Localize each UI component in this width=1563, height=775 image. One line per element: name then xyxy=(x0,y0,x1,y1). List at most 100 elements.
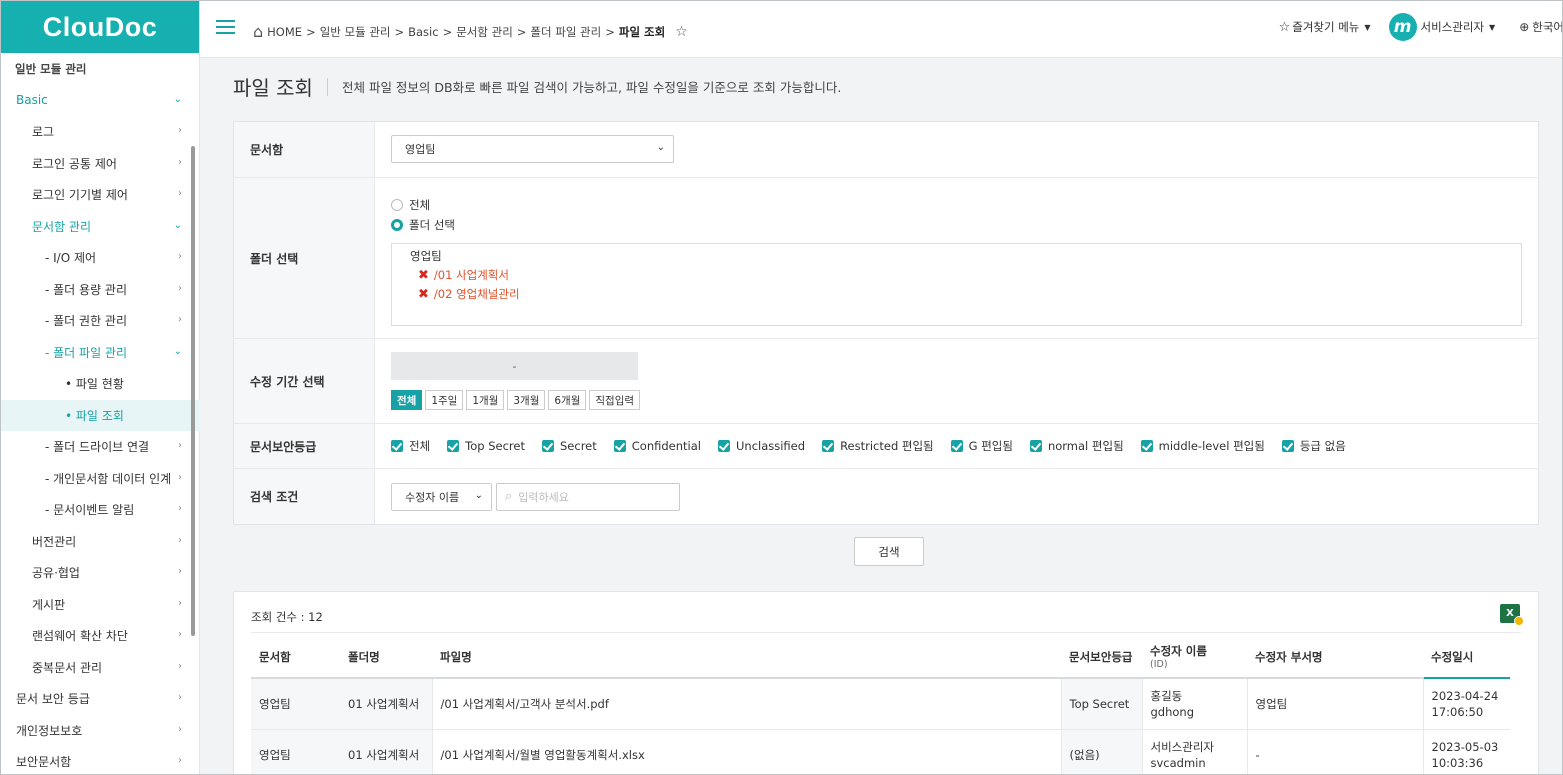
checkbox-checked[interactable] xyxy=(822,440,835,452)
sidebar-item[interactable]: Basic ⌄ xyxy=(1,85,200,117)
docbox-value: 영업팀 ⌄ xyxy=(375,122,1538,177)
table-row[interactable]: 영업팀 01 사업계획서/01 사업계획서/고객사 분석서.pdf Top Secr… xyxy=(251,678,1510,730)
breadcrumb-item[interactable]: HOME xyxy=(267,25,302,39)
sidebar-item[interactable]: 보안문서함 › xyxy=(1,746,200,774)
cell-grade: Top Secret xyxy=(1060,678,1142,730)
checkbox-checked[interactable] xyxy=(717,440,730,452)
column-header[interactable]: 파일명 xyxy=(432,636,1061,679)
cell-dept-text: - xyxy=(1255,747,1260,762)
excel-download-icon[interactable]: X xyxy=(1500,604,1524,626)
breadcrumb-item[interactable]: 일반 모듈 관리 xyxy=(320,24,391,40)
user-name: 서비스관리자 xyxy=(1420,20,1485,34)
checkbox-checked[interactable] xyxy=(1029,440,1042,452)
sidebar-item[interactable]: 문서함 관리 ⌄ xyxy=(1,211,200,243)
search-input[interactable]: ⌕ 입력하세요 xyxy=(496,482,680,511)
modified-date: 2023-04-24 xyxy=(1431,688,1499,703)
breadcrumb-item[interactable]: 폴더 파일 관리 xyxy=(530,24,601,40)
period-button[interactable]: 1개월 xyxy=(466,390,505,410)
sidebar-item[interactable]: • 파일 현황 xyxy=(1,368,200,400)
search-field-selected: 수정자 이름 xyxy=(405,490,460,504)
breadcrumb-item[interactable]: Basic xyxy=(408,25,438,39)
search-field-select[interactable]: 수정자 이름 ⌄ xyxy=(391,482,492,511)
security-checkbox[interactable]: Secret xyxy=(542,439,597,453)
chevron-down-icon: ⌄ xyxy=(173,345,182,357)
radio-button[interactable] xyxy=(391,199,403,211)
checkbox-label: normal 편입됨 xyxy=(1047,439,1124,453)
checkbox-checked[interactable] xyxy=(1140,440,1153,452)
sidebar-item[interactable]: - 개인문서함 데이터 인계 › xyxy=(1,463,200,495)
breadcrumb-item[interactable]: 문서함 관리 xyxy=(456,24,513,40)
sidebar-item[interactable]: 로그인 기기별 제어 › xyxy=(1,179,200,211)
language-menu-button[interactable]: ⊕ 한국어 xyxy=(1519,19,1562,35)
sidebar-item[interactable]: • 파일 조회 xyxy=(1,399,200,431)
remove-x-icon[interactable]: ✖ xyxy=(418,268,429,283)
remove-x-icon[interactable]: ✖ xyxy=(418,287,429,302)
folder-value: 전체 폴더 선택 영업팀 ✖ /01 사업계획서 ✖ /02 영업채널관리 xyxy=(375,178,1538,338)
favorites-menu-button[interactable]: ☆ 즐겨찾기 메뉴 ▼ xyxy=(1279,19,1371,35)
column-header[interactable]: 폴더명 xyxy=(340,636,432,679)
security-checkbox[interactable]: Restricted 편입됨 xyxy=(822,438,934,454)
period-button[interactable]: 3개월 xyxy=(507,390,546,410)
sidebar-item[interactable]: 로그 › xyxy=(1,116,200,148)
chevron-down-icon: ⌄ xyxy=(474,489,483,501)
checkbox-checked[interactable] xyxy=(391,440,403,452)
column-header[interactable]: 수정자 이름 (ID) xyxy=(1142,636,1247,679)
sidebar-item[interactable]: 문서 보안 등급 › xyxy=(1,683,200,715)
search-button[interactable]: 검색 xyxy=(854,537,924,566)
user-menu-button[interactable]: m 서비스관리자 ▼ xyxy=(1388,13,1495,41)
checkbox-checked[interactable] xyxy=(447,440,460,452)
security-checkbox[interactable]: normal 편입됨 xyxy=(1029,438,1124,454)
star-outline-icon[interactable]: ☆ xyxy=(675,24,688,40)
sidebar-item[interactable]: 랜섬웨어 확산 차단 › xyxy=(1,620,200,652)
column-header[interactable]: 문서보안등급 xyxy=(1061,636,1142,679)
column-header[interactable]: 수정자 부서명 xyxy=(1247,636,1423,679)
security-value: 전체 Top Secret Secret Confidential Unclassifi… xyxy=(375,424,1538,468)
sidebar-item[interactable]: - 폴더 드라이브 연결 › xyxy=(1,431,200,463)
security-checkbox[interactable]: G 편입됨 xyxy=(950,438,1013,454)
sidebar-item[interactable]: 버전관리 › xyxy=(1,526,200,558)
period-button[interactable]: 직접입력 xyxy=(589,390,641,410)
security-checkbox[interactable]: Confidential xyxy=(613,439,701,453)
table-row[interactable]: 영업팀 01 사업계획서/01 사업계획서/월별 영업활동계획서.xlsx (없음)… xyxy=(251,729,1510,774)
sidebar-item[interactable]: - 문서이벤트 알림 › xyxy=(1,494,200,526)
sidebar-item[interactable]: - 폴더 용량 관리 › xyxy=(1,274,200,306)
checkbox-label: Secret xyxy=(560,439,597,453)
security-checkbox[interactable]: 전체 xyxy=(391,438,430,454)
radio-button[interactable] xyxy=(391,219,403,231)
date-range-input[interactable]: - xyxy=(391,352,638,380)
home-icon[interactable]: ⌂ xyxy=(253,22,263,41)
sidebar-item[interactable]: - 폴더 파일 관리 ⌄ xyxy=(1,337,200,369)
sidebar-item[interactable]: 중복문서 관리 › xyxy=(1,652,200,684)
cell-grade: (없음) xyxy=(1060,729,1142,774)
period-button[interactable]: 전체 xyxy=(391,390,423,410)
sidebar-item[interactable]: 개인정보보호 › xyxy=(1,715,200,747)
column-header[interactable]: 수정일시 xyxy=(1423,636,1510,679)
period-button[interactable]: 6개월 xyxy=(548,390,587,410)
column-header[interactable]: 문서함 xyxy=(251,636,340,679)
hamburger-menu-icon[interactable] xyxy=(216,20,235,34)
breadcrumb-separator: > xyxy=(516,24,527,39)
checkbox-checked[interactable] xyxy=(1281,440,1294,452)
chevron-right-icon: › xyxy=(178,755,182,766)
period-button[interactable]: 1주일 xyxy=(425,390,464,410)
table-body: 영업팀 01 사업계획서/01 사업계획서/고객사 분석서.pdf Top Secr… xyxy=(251,678,1510,774)
sidebar-item[interactable]: 게시판 › xyxy=(1,589,200,621)
sidebar-item[interactable]: 공유·협업 › xyxy=(1,557,200,589)
sidebar-item[interactable]: - I/O 제어 › xyxy=(1,242,200,274)
sidebar-item[interactable]: - 폴더 권한 관리 › xyxy=(1,305,200,337)
column-header-label: 폴더명 xyxy=(348,649,380,664)
checkbox-checked[interactable] xyxy=(542,440,554,452)
folder-radio-option[interactable]: 전체 xyxy=(391,195,1522,215)
security-checkbox[interactable]: middle-level 편입됨 xyxy=(1140,438,1265,454)
sidebar-item[interactable]: 로그인 공통 제어 › xyxy=(1,148,200,180)
sidebar-scrollbar[interactable] xyxy=(191,146,195,636)
logo[interactable]: ClouDoc xyxy=(1,1,199,53)
security-checkbox[interactable]: Unclassified xyxy=(717,439,805,453)
folder-radio-option[interactable]: 폴더 선택 xyxy=(391,215,1522,235)
chevron-right-icon: › xyxy=(178,723,182,735)
docbox-select[interactable]: 영업팀 ⌄ xyxy=(391,135,674,163)
security-checkbox[interactable]: Top Secret xyxy=(447,439,525,453)
checkbox-checked[interactable] xyxy=(950,440,963,452)
security-checkbox[interactable]: 등급 없음 xyxy=(1281,438,1346,454)
checkbox-checked[interactable] xyxy=(613,440,626,452)
